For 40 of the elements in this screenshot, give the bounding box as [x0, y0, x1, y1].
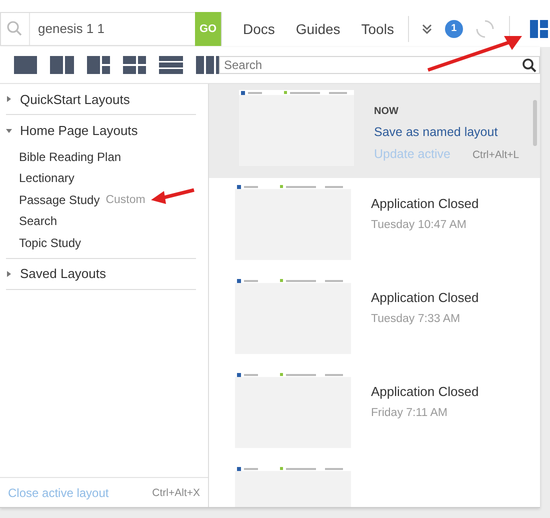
layout-item[interactable]: Topic Study: [19, 236, 82, 250]
expand-triangle-icon[interactable]: [6, 270, 12, 276]
nav-link[interactable]: Tools: [361, 20, 394, 36]
nav-link[interactable]: Docs: [243, 20, 275, 36]
group-label[interactable]: Saved Layouts: [20, 266, 106, 281]
single-pane-icon[interactable]: [14, 56, 38, 74]
three-column-icon[interactable]: [196, 56, 219, 74]
history-title[interactable]: Application Closed: [371, 290, 479, 305]
nav-link[interactable]: Guides: [296, 20, 340, 36]
layout-item[interactable]: Lectionary: [19, 171, 74, 186]
history-time: Friday 7:11 AM: [371, 407, 448, 419]
save-layout-link[interactable]: Save as named layout: [374, 125, 520, 139]
search-icon: [522, 58, 537, 72]
history-time: Tuesday 7:33 AM: [371, 313, 462, 325]
grid-icon[interactable]: [122, 56, 146, 74]
scrollbar-thumb[interactable]: [533, 100, 537, 146]
custom-tag: Custom: [106, 194, 146, 206]
layout-search-field[interactable]: Search: [219, 56, 540, 74]
double-chevron-icon[interactable]: [420, 22, 433, 34]
shortcut-text: Ctrl+Alt+L: [472, 149, 520, 161]
shortcut-text: Ctrl+Alt+X: [152, 486, 200, 498]
layout-search-input[interactable]: Search: [220, 58, 522, 72]
layout-icon[interactable]: [530, 20, 548, 38]
now-heading: NOW: [374, 106, 400, 117]
two-column-icon[interactable]: [50, 56, 74, 74]
layout-item[interactable]: Bible Reading Plan: [19, 150, 122, 164]
history-title[interactable]: Application Closed: [371, 196, 479, 211]
group-label[interactable]: QuickStart Layouts: [20, 92, 130, 106]
arrow-annotation: [150, 186, 196, 206]
layout-item[interactable]: Passage Study: [19, 192, 100, 207]
notification-badge[interactable]: 1: [444, 20, 463, 38]
rows-icon[interactable]: [159, 56, 183, 74]
history-time: Tuesday 10:47 AM: [371, 219, 468, 231]
group-label[interactable]: Home Page Layouts: [20, 123, 138, 138]
expand-triangle-icon[interactable]: [6, 96, 12, 102]
split-right-icon[interactable]: [86, 56, 110, 74]
search-field[interactable]: genesis 1 1 GO: [0, 12, 222, 46]
history-title[interactable]: Application Closed: [371, 384, 479, 399]
layout-item[interactable]: Search: [19, 214, 58, 228]
expand-triangle-icon[interactable]: [6, 128, 12, 134]
